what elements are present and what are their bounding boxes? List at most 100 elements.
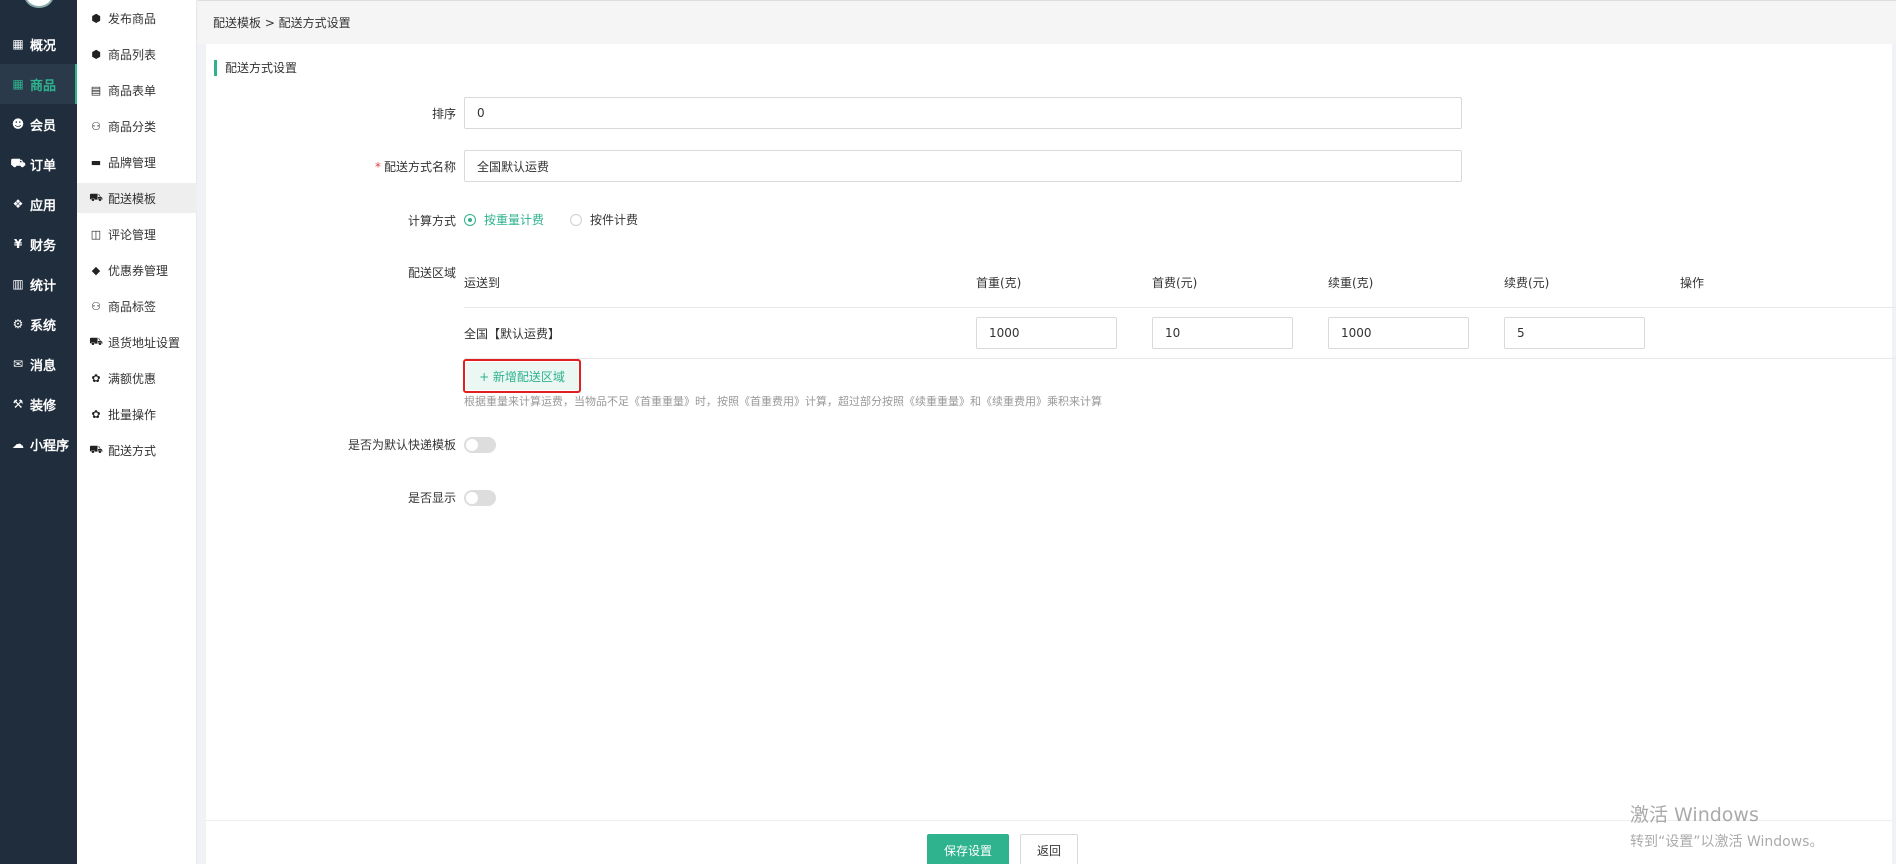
subnav-item[interactable]: ⚇ 商品分类 — [77, 111, 197, 141]
cubes-icon: ⬢ — [91, 11, 101, 25]
nav-item[interactable]: ☁ 小程序 — [0, 424, 77, 464]
name-label: * 配送方式名称 — [206, 158, 456, 175]
subnav-item-label: 配送模板 — [108, 191, 157, 206]
main-panel: 配送方式设置 排序 *配送方式名称 计算方式 按重量计费 按件计费 配送区域 运… — [206, 44, 1896, 820]
watermark-line2: 转到“设置”以激活 Windows。 — [1630, 834, 1824, 850]
nav-item-label: 订单 — [30, 158, 57, 174]
subnav-item-label: 品牌管理 — [108, 155, 157, 170]
required-mark: * — [374, 160, 381, 174]
chart-icon: ▥ — [12, 277, 24, 291]
subnav-item[interactable]: ▬ 品牌管理 — [77, 147, 197, 177]
subnav-item-label: 满额优惠 — [108, 371, 157, 386]
nav-item-label: 系统 — [30, 318, 57, 334]
shipping-name-input[interactable] — [464, 150, 1462, 182]
radio-unchecked-icon — [570, 213, 582, 226]
show-switch[interactable] — [464, 490, 496, 506]
subnav-item[interactable]: ⚇ 商品标签 — [77, 291, 197, 321]
nav-item[interactable]: ⚙ 系统 — [0, 304, 77, 344]
th-actions: 操作 — [1680, 276, 1705, 290]
windows-activation-watermark: 激活 Windows 转到“设置”以激活 Windows。 — [1630, 800, 1823, 851]
watermark-line1: 激活 Windows — [1630, 804, 1759, 826]
first-fee-input[interactable] — [1152, 317, 1293, 349]
nav-item-label: 消息 — [30, 358, 57, 374]
truck-icon: ⛟ — [89, 442, 103, 456]
nav-item-label: 应用 — [30, 198, 57, 214]
breadcrumb: 配送模板 > 配送方式设置 — [198, 0, 1896, 44]
table-divider — [464, 307, 1896, 308]
nav-item-label: 商品 — [30, 78, 57, 94]
truck-icon: ⛟ — [89, 334, 103, 348]
subnav-item-label: 商品分类 — [108, 119, 157, 134]
nav-item[interactable]: ⛟ 订单 — [0, 144, 77, 184]
nav-item[interactable]: ▦ 商品 — [0, 64, 77, 104]
nav-item-label: 概况 — [30, 38, 57, 54]
subnav-item-label: 发布商品 — [108, 11, 157, 26]
cubes-icon: ⬢ — [91, 47, 101, 61]
radio-by-piece[interactable]: 按件计费 — [570, 211, 638, 228]
first-weight-input[interactable] — [976, 317, 1117, 349]
subnav-item[interactable]: ⬢ 商品列表 — [77, 39, 197, 69]
sitemap-icon: ⚇ — [91, 119, 101, 133]
nav-item-label: 统计 — [30, 278, 57, 294]
subnav-item[interactable]: ▤ 商品表单 — [77, 75, 197, 105]
subnav-item-label: 商品表单 — [108, 83, 157, 98]
th-extra-weight: 续重(克) — [1328, 276, 1374, 290]
save-button[interactable]: 保存设置 — [927, 834, 1009, 864]
subnav-item[interactable]: ⛟ 配送模板 — [77, 183, 197, 213]
gift-icon: ✿ — [91, 371, 101, 385]
subnav-item-label: 商品列表 — [108, 47, 157, 62]
th-first-fee: 首费(元) — [1152, 276, 1198, 290]
radio-by-piece-label: 按件计费 — [590, 213, 639, 227]
th-extra-fee: 续费(元) — [1504, 276, 1550, 290]
tags-icon: ◆ — [91, 263, 101, 277]
file-icon: ▤ — [90, 83, 102, 97]
primary-sidebar: ▦ 概况 ▦ 商品 ☻ 会员 ⛟ 订单 ❖ 应用 ¥ 财务 ▥ 统计 ⚙ 系统 ✉ 消息 ⚒ 装修 ☁ 小程序 — [0, 0, 77, 864]
cart-icon: ⛟ — [10, 156, 26, 170]
nav-item-label: 装修 — [30, 398, 57, 414]
nav-item[interactable]: ▥ 统计 — [0, 264, 77, 304]
calc-label: 计算方式 — [407, 214, 456, 228]
users-icon: ☻ — [11, 117, 25, 131]
name-label-text: 配送方式名称 — [383, 160, 456, 174]
th-region: 运送到 — [464, 276, 501, 290]
yen-icon: ¥ — [13, 237, 23, 251]
back-button[interactable]: 返回 — [1020, 834, 1078, 864]
nav-item[interactable]: ▦ 概况 — [0, 24, 77, 64]
extra-weight-input[interactable] — [1328, 317, 1469, 349]
chat-icon: ✉ — [12, 357, 24, 371]
subnav-item[interactable]: ✿ 批量操作 — [77, 399, 197, 429]
default-template-switch[interactable] — [464, 437, 496, 453]
nav-item[interactable]: ⚒ 装修 — [0, 384, 77, 424]
extra-fee-input[interactable] — [1504, 317, 1645, 349]
subnav-item[interactable]: ⬢ 发布商品 — [77, 3, 197, 33]
nav-item-label: 会员 — [30, 118, 57, 134]
secondary-sidebar: ⬢ 发布商品 ⬢ 商品列表 ▤ 商品表单 ⚇ 商品分类 ▬ 品牌管理 ⛟ 配送模板 ◫ 评论管理 ◆ 优惠券管… — [77, 0, 197, 864]
subnav-item[interactable]: ◆ 优惠券管理 — [77, 255, 197, 285]
truck-icon: ⛟ — [89, 190, 103, 204]
nav-item[interactable]: ❖ 应用 — [0, 184, 77, 224]
subnav-item[interactable]: ✿ 满额优惠 — [77, 363, 197, 393]
sitemap-icon: ⚇ — [91, 299, 101, 313]
subnav-item-label: 配送方式 — [108, 443, 157, 458]
logo — [24, 0, 54, 8]
nav-item-label: 小程序 — [30, 438, 70, 454]
nav-item[interactable]: ☻ 会员 — [0, 104, 77, 144]
table-divider — [464, 358, 1896, 359]
hammer-icon: ⚒ — [12, 397, 24, 411]
subnav-item[interactable]: ⛟ 配送方式 — [77, 435, 197, 465]
subnav-item[interactable]: ⛟ 退货地址设置 — [77, 327, 197, 357]
subnav-item-label: 优惠券管理 — [108, 263, 169, 278]
subnav-item[interactable]: ◫ 评论管理 — [77, 219, 197, 249]
nav-item[interactable]: ✉ 消息 — [0, 344, 77, 384]
columns-icon: ◫ — [90, 227, 102, 241]
gears-icon: ⚙ — [12, 317, 24, 331]
nav-item[interactable]: ¥ 财务 — [0, 224, 77, 264]
subnav-item-label: 批量操作 — [108, 407, 157, 422]
default-template-label: 是否为默认快递模板 — [347, 438, 456, 452]
sort-input[interactable] — [464, 97, 1462, 129]
wechat-icon: ☁ — [12, 437, 24, 451]
dashboard-icon: ▦ — [12, 37, 24, 51]
radio-checked-icon — [464, 213, 476, 226]
subnav-item-label: 评论管理 — [108, 227, 157, 242]
radio-by-weight[interactable]: 按重量计费 — [464, 211, 544, 228]
